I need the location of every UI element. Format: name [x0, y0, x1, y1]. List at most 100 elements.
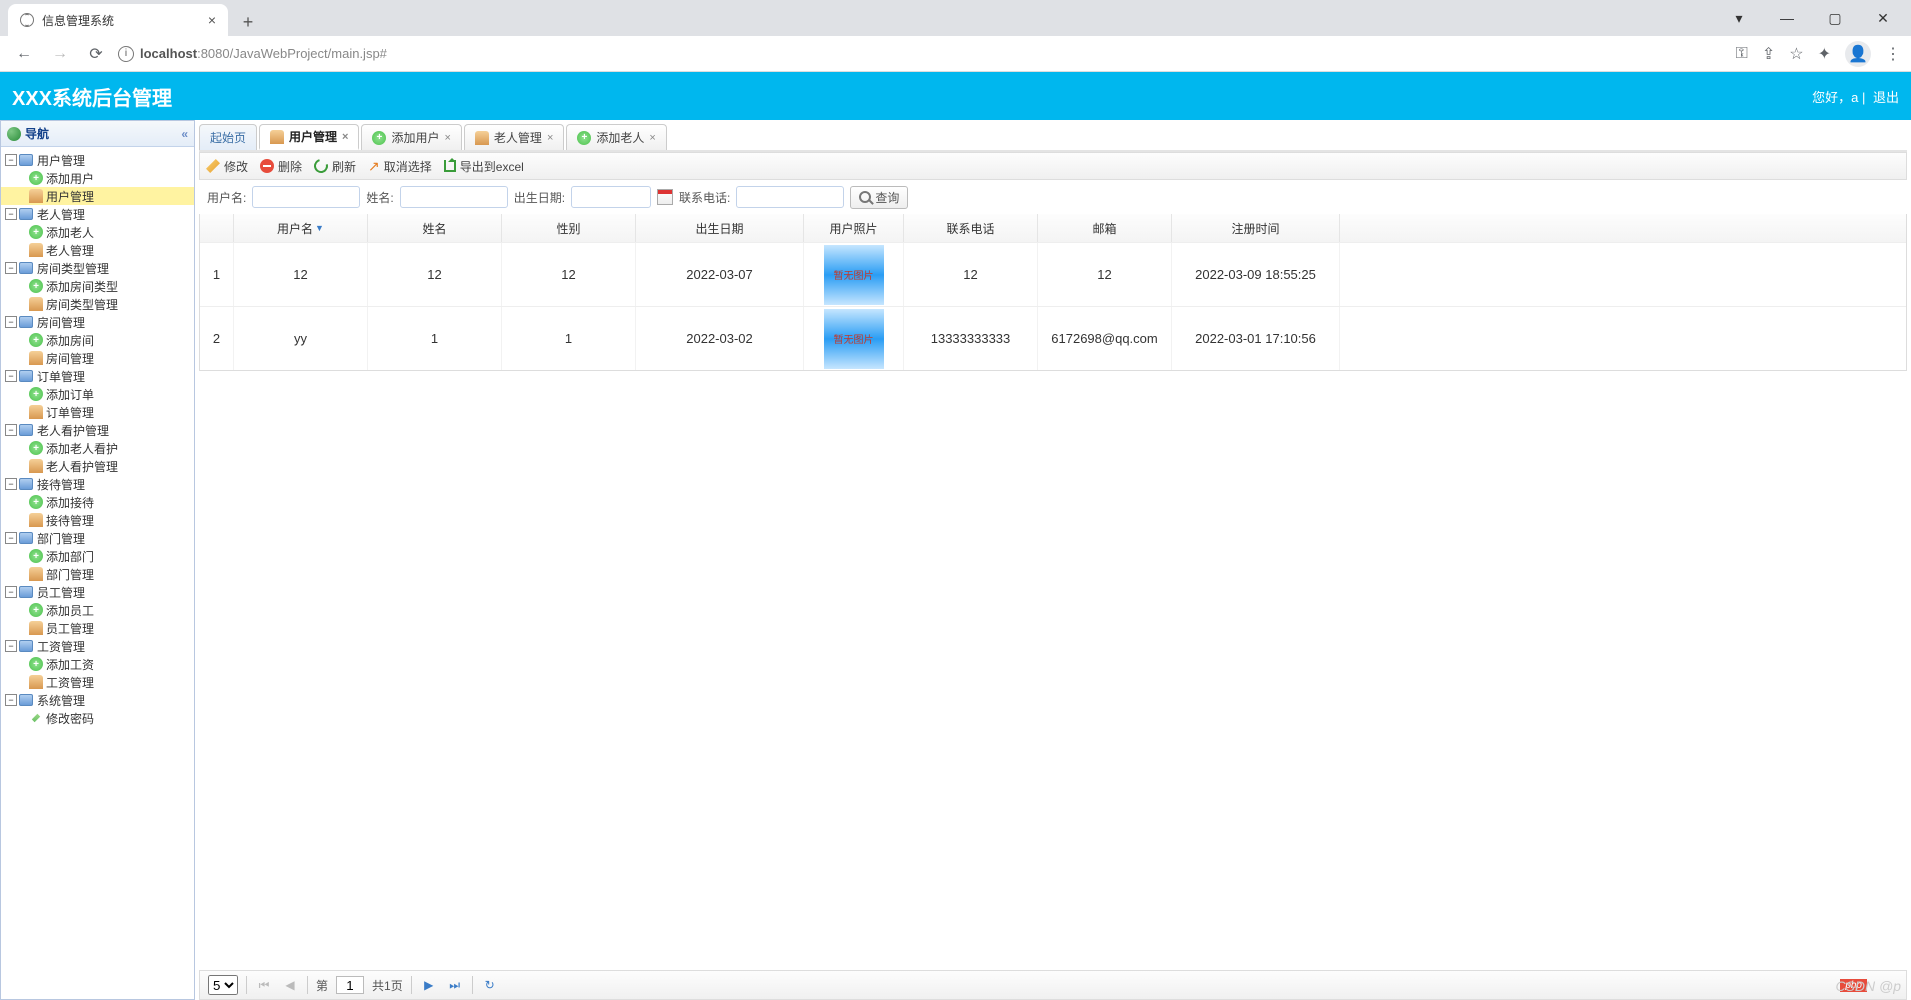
collapse-icon[interactable]: −	[5, 640, 17, 652]
tree-item[interactable]: 工资管理	[1, 673, 194, 691]
tree-item[interactable]: +添加房间类型	[1, 277, 194, 295]
logout-link[interactable]: 退出	[1873, 90, 1899, 105]
collapse-icon[interactable]: −	[5, 478, 17, 490]
username-input[interactable]	[252, 186, 360, 208]
tree-item[interactable]: 接待管理	[1, 511, 194, 529]
back-button[interactable]: ←	[10, 40, 38, 68]
tree-group[interactable]: −订单管理	[1, 367, 194, 385]
tree-item[interactable]: 房间类型管理	[1, 295, 194, 313]
collapse-icon[interactable]: −	[5, 586, 17, 598]
column-header[interactable]: 注册时间	[1172, 214, 1340, 242]
content-tab[interactable]: 起始页	[199, 124, 257, 150]
tree-item[interactable]: +添加部门	[1, 547, 194, 565]
tree-group[interactable]: −用户管理	[1, 151, 194, 169]
tree-item[interactable]: 老人看护管理	[1, 457, 194, 475]
page-size-select[interactable]: 5	[208, 975, 238, 995]
tree-group[interactable]: −系统管理	[1, 691, 194, 709]
search-button[interactable]: 查询	[850, 186, 908, 209]
close-tab-icon[interactable]: ×	[547, 132, 553, 144]
first-page-button[interactable]: ⏮	[255, 976, 273, 994]
last-page-button[interactable]: ⏭	[446, 976, 464, 994]
tree-group[interactable]: −房间管理	[1, 313, 194, 331]
column-header[interactable]: 用户照片	[804, 214, 904, 242]
column-header[interactable]: 性别	[502, 214, 636, 242]
table-row[interactable]: 2yy112022-03-02暂无图片133333333336172698@qq…	[200, 306, 1906, 370]
refresh-button[interactable]: 刷新	[314, 158, 356, 175]
delete-button[interactable]: 删除	[260, 158, 302, 175]
tree-group[interactable]: −接待管理	[1, 475, 194, 493]
content-tab[interactable]: +添加用户×	[361, 124, 461, 150]
extensions-icon[interactable]: ✦	[1818, 44, 1831, 64]
collapse-icon[interactable]: −	[5, 532, 17, 544]
content-tab[interactable]: 用户管理×	[259, 124, 359, 150]
close-tab-icon[interactable]: ×	[649, 132, 655, 144]
chevron-down-icon[interactable]: ▾	[1717, 4, 1761, 32]
collapse-icon[interactable]: −	[5, 154, 17, 166]
column-header[interactable]: 姓名	[368, 214, 502, 242]
tree-item[interactable]: +添加用户	[1, 169, 194, 187]
maximize-button[interactable]: ▢	[1813, 4, 1857, 32]
export-excel-button[interactable]: 导出到excel	[444, 158, 524, 175]
column-header[interactable]: 联系电话	[904, 214, 1038, 242]
new-tab-button[interactable]: +	[234, 8, 262, 36]
tree-item[interactable]: 修改密码	[1, 709, 194, 727]
key-icon[interactable]: ⚿	[1736, 45, 1748, 63]
share-icon[interactable]: ⇪	[1762, 44, 1775, 64]
tree-item[interactable]: 用户管理	[1, 187, 194, 205]
tree-item[interactable]: +添加老人	[1, 223, 194, 241]
tree-group[interactable]: −工资管理	[1, 637, 194, 655]
tree-item[interactable]: 订单管理	[1, 403, 194, 421]
tree-item[interactable]: 房间管理	[1, 349, 194, 367]
collapse-sidebar-button[interactable]: «	[181, 127, 188, 141]
birth-input[interactable]	[571, 186, 651, 208]
profile-icon[interactable]: 👤	[1845, 41, 1871, 67]
calendar-icon[interactable]	[657, 189, 673, 205]
content-tab[interactable]: 老人管理×	[464, 124, 564, 150]
tree-item[interactable]: +添加员工	[1, 601, 194, 619]
forward-button[interactable]: →	[46, 40, 74, 68]
tree-item[interactable]: 老人管理	[1, 241, 194, 259]
tree-item[interactable]: +添加接待	[1, 493, 194, 511]
collapse-icon[interactable]: −	[5, 694, 17, 706]
collapse-icon[interactable]: −	[5, 316, 17, 328]
close-icon[interactable]: ×	[208, 12, 216, 28]
tree-group[interactable]: −部门管理	[1, 529, 194, 547]
info-icon[interactable]: i	[118, 46, 134, 62]
collapse-icon[interactable]: −	[5, 370, 17, 382]
browser-tab[interactable]: 信息管理系统 ×	[8, 4, 228, 36]
refresh-pager-button[interactable]: ↻	[481, 976, 499, 994]
close-tab-icon[interactable]: ×	[444, 132, 450, 144]
tree-item[interactable]: +添加老人看护	[1, 439, 194, 457]
close-tab-icon[interactable]: ×	[342, 131, 348, 143]
next-page-button[interactable]: ▶	[420, 976, 438, 994]
close-window-button[interactable]: ✕	[1861, 4, 1905, 32]
content-tab[interactable]: +添加老人×	[566, 124, 666, 150]
tree-group[interactable]: −老人看护管理	[1, 421, 194, 439]
tree-group[interactable]: −员工管理	[1, 583, 194, 601]
page-input[interactable]	[336, 976, 364, 994]
cancel-selection-button[interactable]: ↗取消选择	[368, 158, 432, 175]
tree-group[interactable]: −房间类型管理	[1, 259, 194, 277]
prev-page-button[interactable]: ◀	[281, 976, 299, 994]
reload-button[interactable]: ⟳	[82, 40, 110, 68]
url-box[interactable]: i localhost:8080/JavaWebProject/main.jsp…	[118, 40, 1728, 68]
column-header[interactable]: 邮箱	[1038, 214, 1172, 242]
tree-item[interactable]: 部门管理	[1, 565, 194, 583]
collapse-icon[interactable]: −	[5, 424, 17, 436]
minimize-button[interactable]: —	[1765, 4, 1809, 32]
tree-item[interactable]: +添加订单	[1, 385, 194, 403]
star-icon[interactable]: ☆	[1789, 44, 1803, 64]
collapse-icon[interactable]: −	[5, 208, 17, 220]
name-input[interactable]	[400, 186, 508, 208]
collapse-icon[interactable]: −	[5, 262, 17, 274]
table-row[interactable]: 11212122022-03-07暂无图片12122022-03-09 18:5…	[200, 242, 1906, 306]
tree-item[interactable]: +添加工资	[1, 655, 194, 673]
tree-item[interactable]: +添加房间	[1, 331, 194, 349]
tree-group[interactable]: −老人管理	[1, 205, 194, 223]
phone-input[interactable]	[736, 186, 844, 208]
tree-item[interactable]: 员工管理	[1, 619, 194, 637]
menu-icon[interactable]: ⋮	[1885, 44, 1901, 64]
column-header[interactable]: 出生日期	[636, 214, 804, 242]
edit-button[interactable]: 修改	[206, 158, 248, 175]
column-header[interactable]: 用户名▼	[234, 214, 368, 242]
